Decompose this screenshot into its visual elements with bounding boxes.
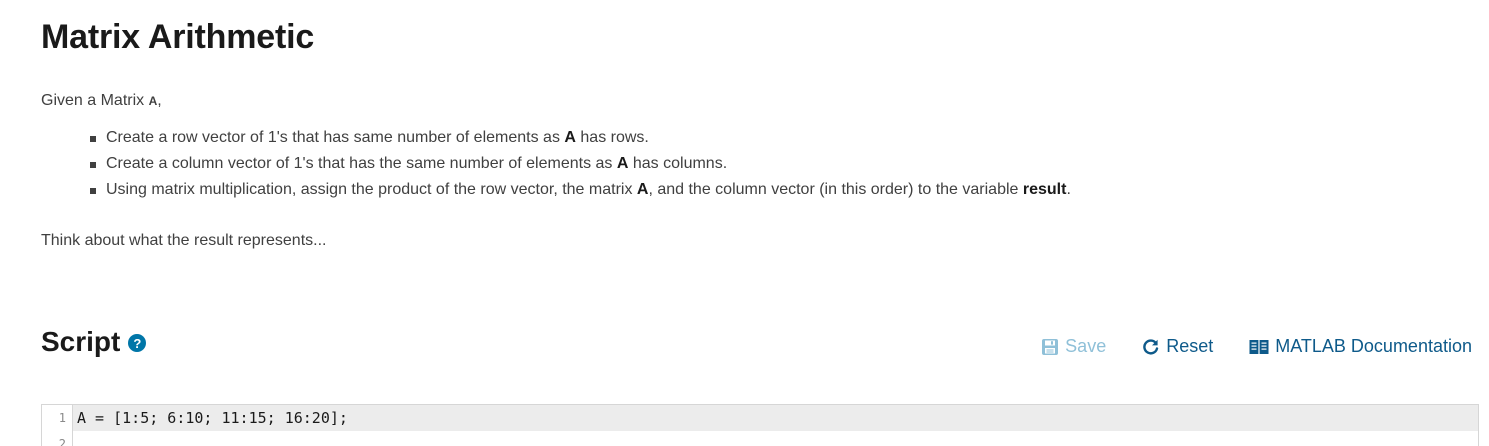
line-number: 2 — [58, 437, 66, 446]
documentation-label: MATLAB Documentation — [1275, 336, 1472, 356]
refresh-icon — [1142, 338, 1160, 356]
list-item: Using matrix multiplication, assign the … — [90, 180, 1071, 206]
line-code[interactable]: A = [1:5; 6:10; 11:15; 16:20]; — [72, 405, 1478, 431]
book-icon — [1249, 339, 1269, 355]
task-bold: A — [616, 155, 629, 172]
list-item: Create a column vector of 1's that has t… — [90, 154, 1071, 180]
task-text: , and the column vector (in this order) … — [648, 181, 1023, 198]
script-heading: Script — [41, 326, 121, 357]
task-text: Create a column vector of 1's that has t… — [106, 155, 617, 172]
editor-line[interactable]: 1 A = [1:5; 6:10; 11:15; 16:20]; — [42, 405, 1478, 431]
problem-intro: Given a Matrix A, — [41, 92, 162, 110]
reset-button[interactable]: Reset — [1142, 336, 1213, 357]
list-item: Create a row vector of 1's that has same… — [90, 128, 1071, 154]
editor-line[interactable]: 2 — [42, 431, 1478, 446]
problem-page: Matrix Arithmetic Given a Matrix A, Crea… — [0, 0, 1489, 446]
task-text: has rows. — [575, 129, 649, 146]
task-text: Using matrix multiplication, assign the … — [106, 181, 637, 198]
task-bold: result — [1022, 181, 1067, 198]
task-bold: A — [636, 181, 649, 198]
script-toolbar: Save Reset MATLAB Documentation — [1005, 336, 1472, 357]
reset-label: Reset — [1166, 336, 1214, 356]
task-list: Create a row vector of 1's that has same… — [90, 128, 1071, 206]
task-bold: A — [564, 129, 576, 146]
save-button[interactable]: Save — [1041, 336, 1106, 357]
matlab-documentation-link[interactable]: MATLAB Documentation — [1249, 336, 1472, 357]
intro-text: Given a Matrix — [41, 92, 149, 109]
task-text: . — [1066, 181, 1071, 198]
line-number: 1 — [58, 411, 66, 425]
intro-suffix: , — [157, 92, 162, 109]
floppy-disk-icon — [1041, 338, 1059, 356]
save-label: Save — [1065, 336, 1107, 356]
task-text: has columns. — [628, 155, 728, 172]
code-editor[interactable]: 1 A = [1:5; 6:10; 11:15; 16:20]; 2 — [41, 404, 1479, 446]
line-code[interactable] — [72, 431, 1478, 446]
intro-variable: A — [148, 94, 158, 108]
question-circle-icon[interactable]: ? — [128, 334, 147, 352]
problem-outro: Think about what the result represents..… — [41, 232, 327, 249]
script-header: Script ? — [41, 326, 147, 358]
task-text: Create a row vector of 1's that has same… — [106, 129, 565, 146]
page-title: Matrix Arithmetic — [41, 18, 315, 56]
